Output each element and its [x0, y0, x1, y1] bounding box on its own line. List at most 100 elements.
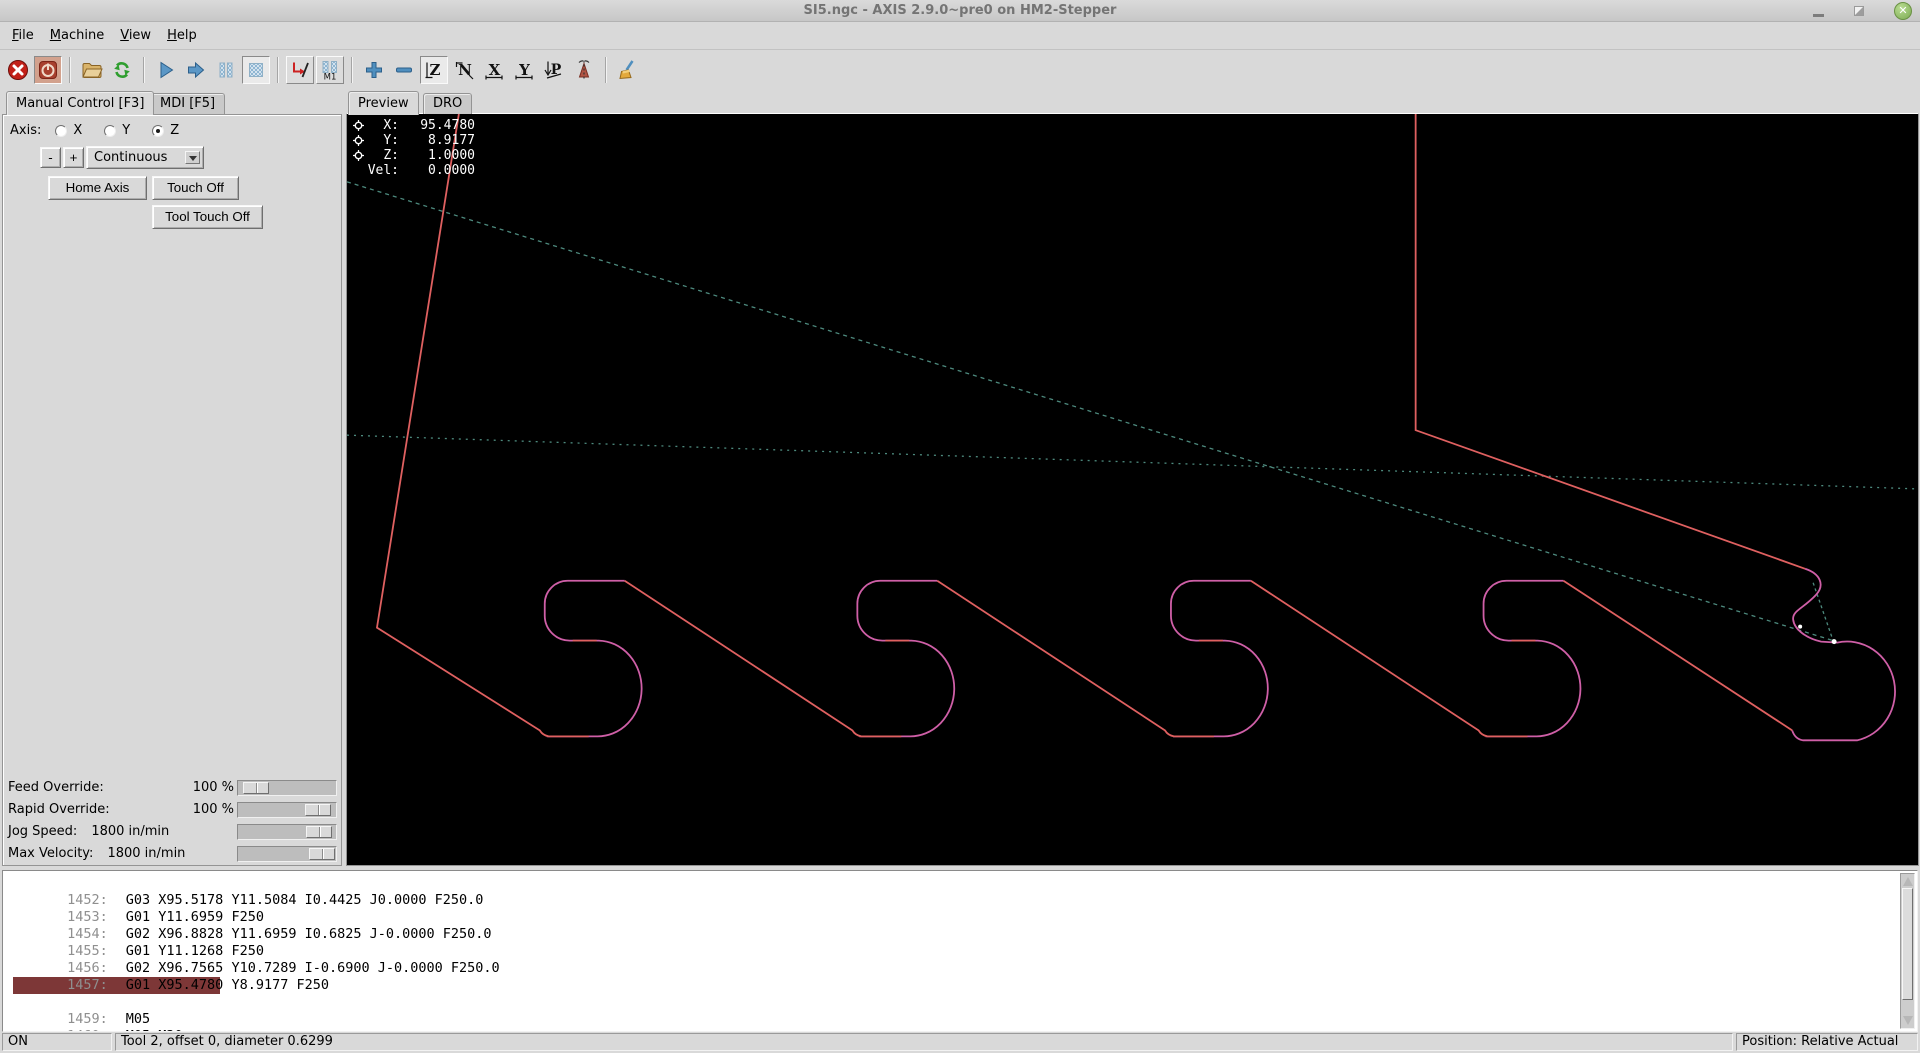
- tool-touch-off-button[interactable]: Tool Touch Off: [152, 205, 263, 229]
- gcode-line-number: 1457:: [67, 977, 108, 993]
- view-x-icon: X: [485, 61, 503, 80]
- gcode-line-text: G00 Z1.0000: [125, 994, 216, 1010]
- slider-trough[interactable]: [237, 802, 337, 818]
- tab-preview[interactable]: Preview: [348, 91, 419, 115]
- slider-trough[interactable]: [237, 780, 337, 796]
- slider-trough[interactable]: [237, 824, 337, 840]
- reload-file-button[interactable]: [108, 56, 136, 84]
- play-icon: [160, 61, 174, 79]
- menu-item[interactable]: File: [4, 24, 42, 47]
- view-z-rotated-icon: N: [455, 61, 474, 80]
- toolbar-separator: [69, 57, 71, 83]
- axis-radio-label: Z: [170, 123, 180, 138]
- jog-mode-value: Continuous: [94, 150, 168, 165]
- step-line-button[interactable]: [182, 56, 210, 84]
- override-slider-row: Max Velocity: 1800 in/min: [0, 844, 345, 864]
- stop-icon: [249, 63, 263, 77]
- tab-dro[interactable]: DRO: [423, 93, 473, 114]
- scroll-down-arrow-icon[interactable]: [1903, 1016, 1913, 1026]
- gcode-listing[interactable]: 1452: G03 X95.5178 Y11.5084 I0.4425 J0.00…: [2, 870, 1918, 1032]
- dro-row: Z: 1.0000: [352, 148, 475, 163]
- window-title: SI5.ngc - AXIS 2.9.0~pre0 on HM2-Stepper: [803, 3, 1117, 18]
- run-program-button[interactable]: [152, 56, 180, 84]
- axis-radio[interactable]: X: [55, 123, 82, 138]
- close-button[interactable]: ✕: [1894, 2, 1912, 20]
- slider-value: 100 %: [192, 802, 234, 817]
- gcode-line-number: 1453:: [67, 909, 108, 925]
- scroll-up-arrow-icon[interactable]: [1903, 876, 1913, 886]
- tab-mdi[interactable]: MDI [F5]: [150, 93, 226, 114]
- slider-label: Feed Override:: [8, 780, 104, 795]
- step-arrow-icon: [188, 61, 205, 79]
- menu-item[interactable]: View: [112, 24, 159, 47]
- toolpath-preview-canvas[interactable]: X: 95.4780 Y: 8.9177 Z: 1.0000 Vel: 0.00…: [346, 113, 1919, 866]
- view-z-button[interactable]: Z: [420, 56, 448, 84]
- gcode-line-text: G01 Y11.1268 F250: [125, 943, 264, 959]
- dro-axis-value: 1.0000: [428, 148, 475, 163]
- tab-manual-control[interactable]: Manual Control [F3]: [6, 91, 155, 115]
- slider-value: 1800 in/min: [107, 846, 186, 861]
- slider-handle[interactable]: [306, 826, 332, 838]
- chevron-down-icon: [185, 151, 200, 164]
- open-file-button[interactable]: [78, 56, 106, 84]
- jog-mode-dropdown[interactable]: Continuous: [86, 146, 204, 169]
- tool-info-cell: Tool 2, offset 0, diameter 0.6299: [115, 1033, 1733, 1051]
- maximize-button[interactable]: [1854, 6, 1864, 16]
- slider-trough[interactable]: [237, 846, 337, 862]
- dro-axis-label: Z:: [383, 148, 399, 163]
- view-z-icon: Z: [425, 61, 441, 79]
- axis-radio[interactable]: Z: [152, 123, 179, 138]
- menu-item[interactable]: Help: [159, 24, 205, 47]
- skip-lines-button[interactable]: [286, 56, 314, 84]
- svg-text:Y: Y: [518, 61, 530, 79]
- svg-text:M1: M1: [324, 73, 337, 82]
- view-z-rotated-button[interactable]: N: [450, 56, 478, 84]
- slider-handle[interactable]: [309, 848, 335, 860]
- override-slider-row: Jog Speed: 1800 in/min: [0, 822, 345, 842]
- gcode-line-number: 1459:: [67, 1011, 108, 1027]
- axis-selector-row: Axis: X Y Z: [10, 123, 201, 138]
- zoom-in-button[interactable]: [360, 56, 388, 84]
- zoom-out-button[interactable]: [390, 56, 418, 84]
- dro-axis-label: Vel:: [367, 163, 399, 178]
- title-bar: SI5.ngc - AXIS 2.9.0~pre0 on HM2-Stepper…: [0, 0, 1920, 22]
- svg-text:X: X: [489, 61, 501, 79]
- menu-item[interactable]: Machine: [42, 24, 112, 47]
- slider-handle[interactable]: [305, 804, 331, 816]
- slider-value: 100 %: [192, 780, 234, 795]
- clear-plot-button[interactable]: [614, 56, 642, 84]
- rotate-view-button[interactable]: [570, 56, 598, 84]
- dro-axis-value: 0.0000: [428, 163, 475, 178]
- axis-radio-label: Y: [122, 123, 131, 138]
- dro-axis-value: 8.9177: [428, 133, 475, 148]
- gcode-line[interactable]: 1452: G03 X95.5178 Y11.5084 I0.4425 J0.00…: [13, 875, 488, 908]
- open-folder-icon: [82, 63, 103, 78]
- estop-button[interactable]: [4, 56, 32, 84]
- minimize-button[interactable]: [1813, 14, 1824, 17]
- gcode-scrollbar[interactable]: [1900, 873, 1915, 1029]
- jog-plus-button[interactable]: +: [63, 147, 84, 168]
- touch-off-button[interactable]: Touch Off: [152, 176, 239, 200]
- axis-label: Axis:: [10, 123, 42, 138]
- toolbar-separator: [605, 57, 607, 83]
- slider-handle[interactable]: [243, 782, 269, 794]
- view-x-button[interactable]: X: [480, 56, 508, 84]
- machine-power-button[interactable]: [34, 56, 62, 84]
- axis-radio[interactable]: Y: [104, 123, 130, 138]
- view-y-button[interactable]: Y: [510, 56, 538, 84]
- optional-pause-m1-button[interactable]: M1: [316, 56, 344, 84]
- svg-text:Z: Z: [430, 61, 441, 79]
- pause-program-button[interactable]: [212, 56, 240, 84]
- axis-homed-icon: [353, 135, 364, 146]
- estop-icon: [8, 60, 28, 80]
- radio-indicator: [104, 124, 117, 137]
- view-perspective-button[interactable]: P: [540, 56, 568, 84]
- gcode-line-number: 1452:: [67, 892, 108, 908]
- home-axis-button[interactable]: Home Axis: [48, 176, 147, 200]
- jog-minus-button[interactable]: -: [40, 147, 61, 168]
- axis-homed-icon: [353, 150, 364, 161]
- stop-program-button[interactable]: [242, 56, 270, 84]
- zoom-in-icon: [366, 62, 382, 78]
- manual-control-panel: Manual Control [F3] MDI [F5] Axis: X Y Z…: [0, 90, 345, 868]
- scrollbar-thumb[interactable]: [1902, 888, 1913, 1000]
